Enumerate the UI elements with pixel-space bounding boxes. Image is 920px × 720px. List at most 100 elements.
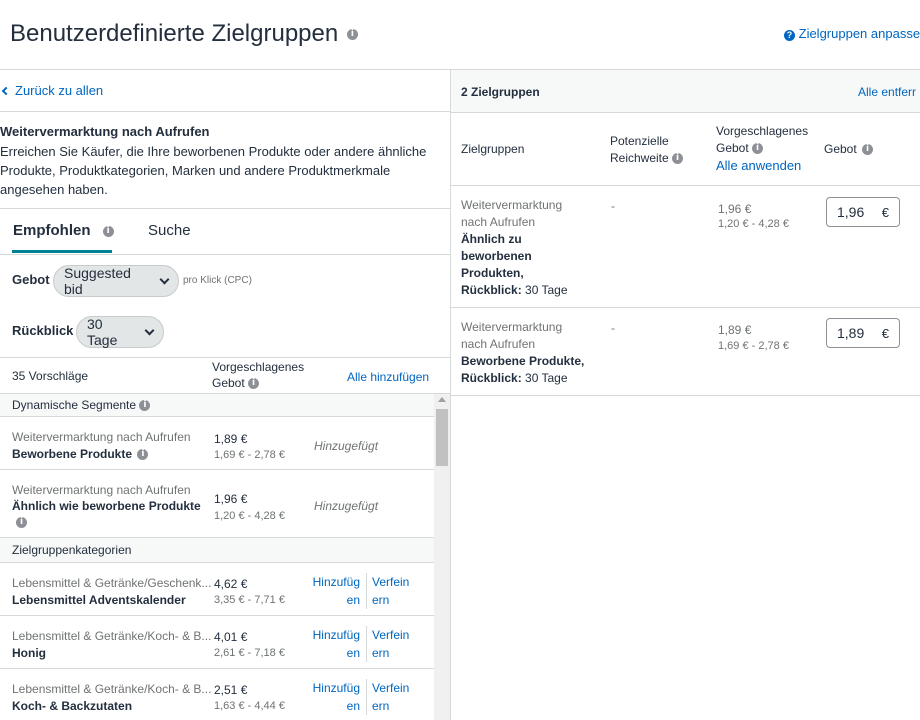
row-lookback-value: 30 Tage (525, 371, 568, 385)
refine-button[interactable]: Verfein ern (372, 573, 416, 609)
add-button[interactable]: Hinzufüg en (306, 679, 360, 715)
add-all-link[interactable]: Alle hinzufügen (347, 370, 429, 384)
chevron-down-icon (159, 274, 170, 284)
info-icon[interactable]: i (752, 143, 764, 155)
row-category: Lebensmittel & Getränke/Geschenk... (12, 576, 212, 590)
list-item: Weitervermarktung nach Aufrufen Ähnlich … (0, 470, 434, 537)
row-bid: 4,62 € (214, 577, 248, 591)
bid-input-value: 1,89 (837, 325, 865, 341)
row-lookback-value: 30 Tage (525, 283, 568, 297)
table-row: Weitervermarktung nach Aufrufen Beworben… (451, 308, 920, 395)
row-lookback: Rückblick: 30 Tage (461, 370, 591, 387)
action-divider (366, 573, 367, 609)
row-lookback: Rückblick: 30 Tage (461, 282, 581, 299)
help-icon: ? (784, 30, 795, 41)
info-icon[interactable]: i (139, 400, 151, 412)
group-header-label: Zielgruppenkategorien (12, 543, 132, 557)
row-bid: 1,96 € (214, 492, 248, 506)
section-title: Weitervermarktung nach Aufrufen (0, 124, 210, 139)
scroll-up-arrow[interactable] (438, 397, 446, 402)
scrollbar-thumb[interactable] (436, 409, 448, 466)
group-header-label: Dynamische Segmente (12, 398, 137, 412)
col-suggested: Vorgeschlagenes Gebot i (716, 123, 816, 157)
tab-empfohlen-label: Empfohlen (13, 222, 91, 239)
group-header: Zielgruppenkategorien (0, 538, 434, 562)
row-name: Lebensmittel Adventskalender (12, 593, 186, 607)
info-icon[interactable]: i (102, 225, 114, 237)
row-name: Honig (12, 646, 46, 660)
info-icon[interactable]: i (248, 378, 260, 390)
selected-count: 2 Zielgruppen (461, 85, 540, 99)
list-item: Weitervermarktung nach Aufrufen Beworben… (0, 417, 434, 469)
row-audience-line1: Weitervermarktung (461, 320, 563, 334)
bid-label: Gebot (12, 272, 50, 287)
suggested-bid-header: Vorgeschlagenes Gebot i (212, 359, 312, 391)
row-bid-range: 3,35 € - 7,71 € (214, 594, 285, 606)
row-suggested-bid: 1,96 € (718, 202, 752, 216)
info-icon[interactable]: i (16, 517, 27, 528)
row-audience: Weitervermarktung nach Aufrufen Ähnlich … (461, 197, 581, 299)
row-bid-range: 2,61 € - 7,18 € (214, 647, 285, 659)
row-bid: 4,01 € (214, 630, 248, 644)
help-link[interactable]: ? Zielgruppen anpasse (784, 26, 920, 41)
refine-button[interactable]: Verfein ern (372, 679, 416, 715)
bid-dropdown[interactable]: Suggested bid (53, 265, 179, 297)
page-title: Benutzerdefinierte Zielgruppen i (10, 20, 358, 48)
row-reach: - (611, 321, 615, 335)
row-lookback-label: Rückblick: (461, 371, 522, 385)
row-status: Hinzugefügt (314, 439, 379, 453)
row-audience-line1: Weitervermarktung (461, 198, 563, 212)
info-icon[interactable]: i (137, 449, 149, 461)
row-audience-line2: nach Aufrufen (461, 215, 536, 229)
remove-all-link[interactable]: Alle entferr (858, 85, 916, 99)
back-link[interactable]: Zurück zu allen (0, 83, 103, 98)
chevron-left-icon (1, 86, 11, 96)
lookback-label: Rückblick (12, 323, 74, 338)
col-reach-label: Potenzielle Reichweite (610, 134, 669, 165)
row-status: Hinzugefügt (314, 499, 379, 513)
lookback-dropdown[interactable]: 30 Tage (76, 316, 164, 348)
back-divider (0, 111, 450, 112)
row-name: Ähnlich wie beworbene Produkte (12, 499, 201, 513)
add-button[interactable]: Hinzufüg en (306, 573, 360, 609)
row-category: Lebensmittel & Getränke/Koch- & B... (12, 629, 212, 643)
add-button[interactable]: Hinzufüg en (306, 626, 360, 662)
section-divider (0, 208, 450, 209)
row-suggested-range: 1,69 € - 2,78 € (718, 340, 789, 352)
filters-divider (0, 357, 450, 358)
list-item: Lebensmittel & Getränke/Geschenk... Lebe… (0, 563, 434, 615)
row-bid: 2,51 € (214, 683, 248, 697)
col-reach: Potenzielle Reichweite i (610, 133, 690, 167)
row-bid-range: 1,69 € - 2,78 € (214, 449, 285, 461)
refine-button[interactable]: Verfein ern (372, 626, 416, 662)
col-bid-label: Gebot (824, 142, 857, 156)
tab-suche[interactable]: Suche (148, 222, 191, 239)
page-title-text: Benutzerdefinierte Zielgruppen (10, 20, 339, 47)
info-icon[interactable]: i (672, 153, 684, 165)
row-category: Weitervermarktung nach Aufrufen (12, 430, 191, 444)
tab-active-underline (12, 250, 112, 253)
row-audience-name: Beworbene Produkte, (461, 354, 585, 368)
row-name: Koch- & Backzutaten (12, 699, 133, 713)
tabs-divider (0, 254, 450, 255)
lookback-dropdown-value: 30 Tage (87, 316, 118, 348)
row-bid-range: 1,20 € - 4,28 € (214, 510, 285, 522)
currency-symbol: € (881, 204, 889, 220)
bid-suffix: pro Klick (CPC) (183, 275, 252, 286)
row-bid: 1,89 € (214, 432, 248, 446)
col-audience: Zielgruppen (461, 142, 525, 156)
info-icon[interactable]: i (862, 144, 874, 156)
col-bid: Gebot i (824, 142, 874, 156)
row-audience-line2: nach Aufrufen (461, 337, 536, 351)
help-link-label: Zielgruppen anpasse (798, 26, 920, 41)
tab-empfohlen[interactable]: Empfohlen i (13, 222, 114, 239)
info-icon[interactable]: i (346, 29, 358, 41)
row-suggested-range: 1,20 € - 4,28 € (718, 218, 789, 230)
back-link-label: Zurück zu allen (15, 83, 104, 98)
bid-input[interactable]: 1,96 € (826, 197, 900, 227)
apply-all-link[interactable]: Alle anwenden (716, 158, 801, 173)
action-divider (366, 679, 367, 715)
bid-dropdown-value: Suggested bid (64, 265, 131, 297)
bid-input[interactable]: 1,89 € (826, 318, 900, 348)
row-lookback-label: Rückblick: (461, 283, 522, 297)
